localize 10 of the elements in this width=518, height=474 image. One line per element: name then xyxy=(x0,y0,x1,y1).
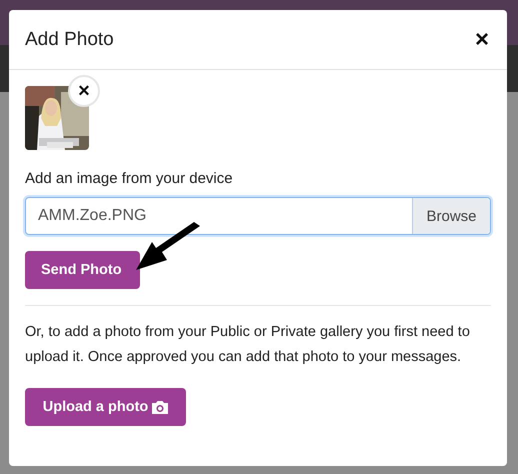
upload-photo-button[interactable]: Upload a photo xyxy=(25,388,186,426)
send-photo-button[interactable]: Send Photo xyxy=(25,251,140,289)
gallery-instructions: Or, to add a photo from your Public or Private gallery you first need to upload it. Once approved you can add that photo to your messages. xyxy=(25,323,471,367)
dialog-title: Add Photo xyxy=(25,28,114,50)
remove-button[interactable]: × xyxy=(68,75,100,107)
field-label: Add an image from your device xyxy=(25,170,234,187)
camera-icon xyxy=(152,400,168,414)
browse-button[interactable]: Browse xyxy=(412,198,490,234)
file-field[interactable]: AMM.Zoe.PNG Browse xyxy=(25,197,491,235)
close-button[interactable]: × xyxy=(472,28,491,52)
